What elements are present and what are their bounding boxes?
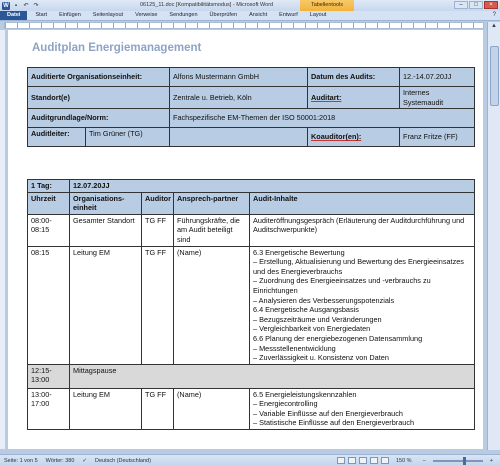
info-spacer[interactable] — [169, 127, 308, 148]
undo-icon[interactable]: ↶ — [22, 2, 30, 10]
tab-layout[interactable]: Layout — [304, 11, 333, 20]
cell-auditor[interactable]: TG FF — [141, 387, 174, 431]
cell-time[interactable]: 08:15 — [27, 245, 70, 365]
ribbon-tabs: Datei Start Einfügen Seitenlayout Verwei… — [0, 11, 500, 21]
info-label[interactable]: Auditgrundlage/Norm: — [27, 108, 170, 129]
print-layout-icon[interactable] — [336, 457, 345, 464]
document-title: Auditplan Energiemanagement — [32, 42, 202, 54]
tab-verweise[interactable]: Verweise — [129, 11, 163, 20]
info-value[interactable]: Internes Systemaudit — [399, 85, 475, 110]
column-header[interactable]: Ansprech-partner — [173, 191, 250, 215]
table-row: 08:15 Leitung EM TG FF (Name) 6.3 Energe… — [27, 245, 476, 365]
cell-break[interactable]: Mittagspause — [68, 363, 476, 389]
audit-schedule-table: 1 Tag: 12.07.20JJ Uhrzeit Organisations-… — [27, 179, 476, 431]
context-tab-header: Tabellentools — [300, 0, 354, 11]
day-date[interactable]: 12.07.20JJ — [68, 179, 476, 193]
tab-seitenlayout[interactable]: Seitenlayout — [87, 11, 129, 20]
quick-access-toolbar: W ▪ ↶ ↷ — [2, 1, 40, 10]
zoom-slider-handle[interactable] — [462, 456, 466, 465]
window-controls: – □ × — [454, 1, 498, 9]
document-page[interactable]: Auditplan Energiemanagement Auditierte O… — [8, 30, 483, 449]
cell-unit[interactable]: Leitung EM — [69, 245, 142, 365]
maximize-icon[interactable]: □ — [469, 1, 483, 9]
redo-icon[interactable]: ↷ — [32, 2, 40, 10]
status-words[interactable]: Wörter: 380 — [42, 458, 79, 464]
zoom-slider[interactable] — [432, 456, 483, 465]
table-row: 08:00-08:15 Gesamter Standort TG FF Führ… — [27, 213, 476, 247]
cell-contact[interactable]: Führungskräfte, die am Audit beteiligt s… — [173, 213, 250, 247]
help-icon[interactable]: ? — [493, 11, 500, 20]
tab-ansicht[interactable]: Ansicht — [243, 11, 273, 20]
table-row: 1 Tag: 12.07.20JJ — [27, 179, 476, 193]
vertical-ruler[interactable] — [0, 30, 5, 449]
tab-start[interactable]: Start — [29, 11, 53, 20]
cell-time[interactable]: 08:00-08:15 — [27, 213, 70, 247]
info-lead-cell[interactable]: Auditleiter: Tim Grüner (TG) — [27, 127, 170, 148]
horizontal-ruler[interactable] — [4, 22, 484, 29]
cell-contact[interactable]: (Name) — [173, 245, 250, 365]
zoom-out-icon[interactable]: − — [419, 458, 430, 464]
table-row: Auditgrundlage/Norm: Fachspezifische EM-… — [27, 108, 475, 129]
tab-ueberpruefen[interactable]: Überprüfen — [204, 11, 244, 20]
cell-unit[interactable]: Leitung EM — [69, 387, 142, 431]
info-value[interactable]: Alfons Mustermann GmbH — [169, 67, 308, 87]
fullscreen-view-icon[interactable] — [347, 457, 356, 464]
column-header[interactable]: Audit-Inhalte — [248, 191, 476, 215]
info-value[interactable]: Franz Fritze (FF) — [399, 127, 475, 148]
info-label: Auditleiter: — [29, 128, 86, 146]
status-language[interactable]: Deutsch (Deutschland) — [91, 458, 155, 464]
minimize-icon[interactable]: – — [454, 1, 468, 9]
cell-auditor[interactable]: TG FF — [141, 213, 174, 247]
status-page[interactable]: Seite: 1 von 5 — [0, 458, 42, 464]
info-label[interactable]: Standort(e) — [27, 85, 170, 110]
save-icon[interactable]: ▪ — [12, 2, 20, 10]
zoom-in-icon[interactable]: + — [486, 458, 497, 464]
info-value[interactable]: Zentrale u. Betrieb, Köln — [169, 85, 308, 110]
table-row: 13:00-17:00 Leitung EM TG FF (Name) 6.5 … — [27, 387, 476, 431]
tab-datei[interactable]: Datei — [0, 11, 28, 20]
scroll-thumb[interactable] — [490, 46, 499, 106]
status-bar: Seite: 1 von 5 Wörter: 380 ✓ Deutsch (De… — [0, 454, 500, 466]
info-label[interactable]: Auditart: — [307, 85, 400, 110]
tab-entwurf[interactable]: Entwurf — [273, 11, 304, 20]
close-icon[interactable]: × — [484, 1, 498, 9]
tab-sendungen[interactable]: Sendungen — [163, 11, 203, 20]
tab-einfuegen[interactable]: Einfügen — [53, 11, 87, 20]
cell-time[interactable]: 12:15-13:00 — [27, 363, 70, 389]
cell-content[interactable]: 6.5 Energieleistungskennzahlen – Energie… — [248, 387, 476, 431]
web-layout-icon[interactable] — [358, 457, 367, 464]
info-value[interactable]: 12.-14.07.20JJ — [399, 67, 475, 87]
info-label[interactable]: Koauditor(en): — [307, 127, 400, 148]
title-bar: W ▪ ↶ ↷ 06125_11.doc [Kompatibilitätsmod… — [0, 0, 500, 11]
zoom-level[interactable]: 150 % — [392, 458, 416, 464]
table-header-row: Uhrzeit Organisations-einheit Auditor An… — [27, 191, 476, 215]
scroll-up-icon[interactable]: ▲ — [488, 22, 500, 30]
day-label[interactable]: 1 Tag: — [27, 179, 70, 193]
spellcheck-icon[interactable]: ✓ — [78, 458, 91, 464]
audit-info-table: Auditierte Organisationseinheit: Alfons … — [27, 67, 475, 148]
status-right: 150 % − + — [336, 456, 500, 465]
column-header[interactable]: Organisations-einheit — [69, 191, 142, 215]
table-row: Standort(e) Zentrale u. Betrieb, Köln Au… — [27, 85, 475, 110]
outline-view-icon[interactable] — [369, 457, 378, 464]
info-label[interactable]: Auditierte Organisationseinheit: — [27, 67, 170, 87]
column-header[interactable]: Auditor — [141, 191, 174, 215]
cell-unit[interactable]: Gesamter Standort — [69, 213, 142, 247]
info-value[interactable]: Fachspezifische EM-Themen der ISO 50001:… — [169, 108, 475, 129]
draft-view-icon[interactable] — [380, 457, 389, 464]
word-app-icon[interactable]: W — [2, 1, 10, 10]
cell-contact[interactable]: (Name) — [173, 387, 250, 431]
table-row: Auditleiter: Tim Grüner (TG) Koauditor(e… — [27, 127, 475, 148]
cell-auditor[interactable]: TG FF — [141, 245, 174, 365]
table-row: Auditierte Organisationseinheit: Alfons … — [27, 67, 475, 87]
table-row: 12:15-13:00 Mittagspause — [27, 363, 476, 389]
vertical-scrollbar[interactable]: ▲ — [487, 22, 500, 450]
info-value: Tim Grüner (TG) — [89, 129, 143, 139]
column-header[interactable]: Uhrzeit — [27, 191, 70, 215]
window-title: 06125_11.doc [Kompatibilitätsmodus] - Mi… — [140, 2, 274, 8]
info-label[interactable]: Datum des Audits: — [307, 67, 400, 87]
cell-content[interactable]: 6.3 Energetische Bewertung – Erstellung,… — [248, 245, 476, 365]
cell-content[interactable]: Auditeröffnungsgespräch (Erläuterung der… — [248, 213, 476, 247]
cell-time[interactable]: 13:00-17:00 — [27, 387, 70, 431]
